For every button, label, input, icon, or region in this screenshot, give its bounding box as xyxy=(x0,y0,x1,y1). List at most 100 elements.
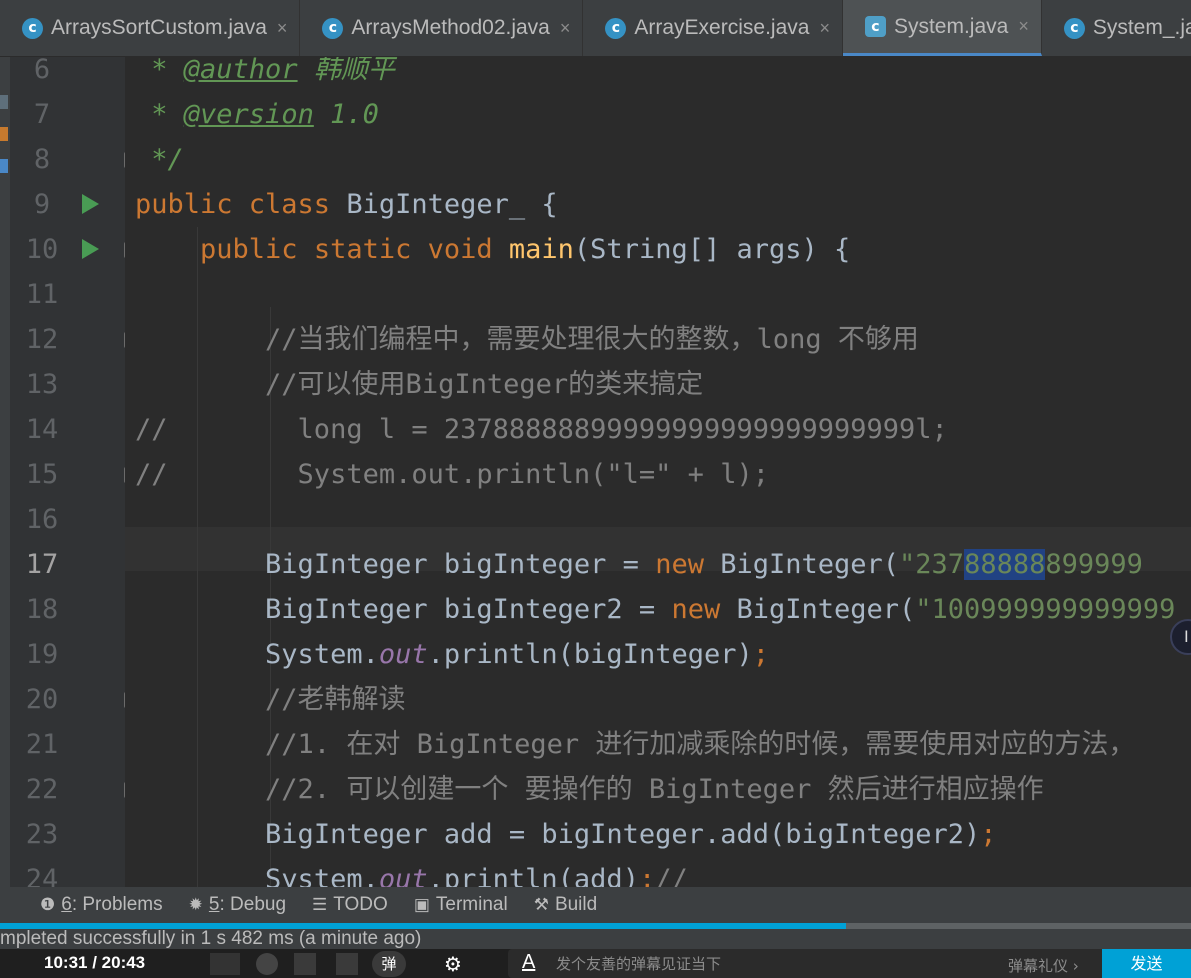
code-line[interactable]: // System.out.println("l=" + l); xyxy=(135,452,769,497)
send-danmaku-button[interactable]: 发送 xyxy=(1102,949,1191,978)
line-number: 6 xyxy=(33,54,51,85)
line-number: 23 xyxy=(25,819,59,850)
run-icon[interactable] xyxy=(82,194,99,214)
close-tab-icon[interactable]: × xyxy=(277,18,288,39)
tool-window-label: : Debug xyxy=(219,894,287,915)
tool-window-bar: ❶6: Problems ✹ 5: Debug ☰ TODO ▣ Terminal ⚒ Buil… xyxy=(0,887,1191,923)
project-tool-strip[interactable] xyxy=(0,57,10,887)
code-editor[interactable]: I * @author 韩顺平 * @version 1.0 */public … xyxy=(125,57,1191,887)
code-line[interactable]: BigInteger bigInteger = new BigInteger("… xyxy=(135,542,1143,587)
code-line[interactable]: //可以使用BigInteger的类来搞定 xyxy=(135,362,703,407)
code-line[interactable]: // long l = 2378888889999999999999999999… xyxy=(135,407,948,452)
code-line[interactable]: * @version 1.0 xyxy=(135,92,379,137)
current-time: 10:31 xyxy=(44,953,88,972)
screen: c ArraysSortCustom.java × c ArraysMethod02.j… xyxy=(0,0,1191,978)
code-line[interactable]: public class BigInteger_ { xyxy=(135,182,558,227)
code-token: BigInteger add = bigInteger.add(bigInteg… xyxy=(265,819,981,850)
strip-marker xyxy=(0,95,8,109)
editor-tab-label: ArrayExercise.java xyxy=(634,16,810,39)
close-tab-icon[interactable]: × xyxy=(819,18,830,39)
danmaku-style-icon[interactable]: A xyxy=(522,951,535,974)
danmaku-settings-icon[interactable]: ⚙ xyxy=(444,952,474,976)
danmaku-input-box: A 弹幕礼仪 › xyxy=(508,949,1102,978)
tool-window-button[interactable]: ✹ 5: Debug xyxy=(189,894,286,916)
tool-window-shortcut: 6 xyxy=(61,894,72,915)
code-token: "237 xyxy=(899,549,965,580)
code-token: * xyxy=(135,99,184,130)
code-line[interactable]: System.out.println(add);// xyxy=(135,857,688,887)
quality-icon[interactable] xyxy=(210,953,240,975)
danmaku-toggle-button[interactable]: 弹 xyxy=(372,951,406,977)
close-tab-icon[interactable]: × xyxy=(560,18,571,39)
tool-window-label: TODO xyxy=(333,894,388,915)
tool-window-label: Build xyxy=(554,894,598,915)
danmaku-etiquette-link[interactable]: 弹幕礼仪 › xyxy=(1008,955,1079,976)
speed-icon[interactable] xyxy=(256,953,278,975)
code-token: BigInteger bigInteger = xyxy=(265,549,656,580)
build-icon: ⚒ xyxy=(533,895,549,914)
code-line[interactable]: BigInteger bigInteger2 = new BigInteger(… xyxy=(135,587,1175,632)
editor-tab[interactable]: c System_.java xyxy=(1042,0,1191,56)
code-token: BigInteger bigInteger2 = xyxy=(265,594,672,625)
line-number: 10 xyxy=(25,234,59,265)
java-class-icon: c xyxy=(1063,17,1085,39)
code-token: out xyxy=(378,864,428,887)
code-token: * xyxy=(135,57,184,85)
code-line[interactable]: public static void main(String[] args) { xyxy=(135,227,850,272)
tool-window-button[interactable]: ▣ Terminal xyxy=(414,894,508,916)
code-token: // xyxy=(655,864,688,887)
run-icon[interactable] xyxy=(82,239,99,259)
editor-tab-bar: c ArraysSortCustom.java × c ArraysMethod02.j… xyxy=(0,0,1191,57)
line-number: 18 xyxy=(25,594,59,625)
line-number: 21 xyxy=(25,729,59,760)
editor-tab[interactable]: c ArraysMethod02.java × xyxy=(300,0,584,56)
code-line[interactable]: //1. 在对 BigInteger 进行加减乘除的时候，需要使用对应的方法， xyxy=(135,722,1135,767)
close-tab-icon[interactable]: × xyxy=(1018,16,1029,37)
code-token: */ xyxy=(135,144,184,175)
code-line[interactable]: * @author 韩顺平 xyxy=(135,57,395,92)
debug-icon: ✹ xyxy=(188,895,203,914)
line-number: 20 xyxy=(25,684,59,715)
code-token: public static void xyxy=(200,234,509,265)
todo-icon: ☰ xyxy=(312,895,328,914)
line-number: 11 xyxy=(25,279,59,310)
editor-tab[interactable]: c System.java × xyxy=(842,0,1042,56)
code-token: 1.0 xyxy=(313,99,379,130)
editor-tab-label: System_.java xyxy=(1092,16,1191,39)
code-token: //老韩解读 xyxy=(265,684,406,715)
tool-window-button[interactable]: ☰ TODO xyxy=(312,894,388,916)
strip-marker xyxy=(0,127,8,141)
code-line[interactable]: //2. 可以创建一个 要操作的 BigInteger 然后进行相应操作 xyxy=(135,767,1044,812)
line-number: 13 xyxy=(25,369,59,400)
java-class-icon: c xyxy=(605,17,627,39)
code-token: out xyxy=(378,639,428,670)
code-token: 韩顺平 xyxy=(297,57,395,85)
volume-icon[interactable] xyxy=(294,953,316,975)
code-token: BigInteger_ { xyxy=(346,189,558,220)
editor-gutter[interactable]: 678−910−1112−131415−1617181920−2122−2324 xyxy=(10,54,140,895)
editor-tab-label: System.java xyxy=(893,14,1009,38)
editor-tab-label: ArraysSortCustom.java xyxy=(51,16,267,39)
code-token: System. xyxy=(265,864,379,887)
line-number: 12 xyxy=(25,324,59,355)
editor-tab[interactable]: c ArrayExercise.java × xyxy=(583,0,843,56)
code-line[interactable]: System.out.println(bigInteger); xyxy=(135,632,769,677)
danmaku-input[interactable] xyxy=(556,949,976,978)
code-token: // long l = 2378888889999999999999999999… xyxy=(135,414,948,445)
code-line[interactable]: */ xyxy=(135,137,184,182)
code-token: .println(add) xyxy=(427,864,639,887)
code-token: 88888 xyxy=(964,549,1046,580)
code-line[interactable]: BigInteger add = bigInteger.add(bigInteg… xyxy=(135,812,997,857)
code-token: "100999999999999 xyxy=(915,594,1176,625)
total-time: 20:43 xyxy=(101,953,146,972)
fullscreen-icon[interactable] xyxy=(336,953,358,975)
code-token: ; xyxy=(752,639,769,670)
status-bar: mpleted successfully in 1 s 482 ms (a mi… xyxy=(0,929,1191,949)
tool-window-button[interactable]: ⚒ Build xyxy=(534,894,598,916)
tool-window-button[interactable]: ❶6: Problems xyxy=(40,894,163,916)
code-token: System. xyxy=(265,639,379,670)
code-line[interactable]: //当我们编程中，需要处理很大的整数，long 不够用 xyxy=(135,317,919,362)
line-number: 16 xyxy=(25,504,59,535)
code-line[interactable]: //老韩解读 xyxy=(135,677,406,722)
terminal-icon: ▣ xyxy=(413,895,430,914)
